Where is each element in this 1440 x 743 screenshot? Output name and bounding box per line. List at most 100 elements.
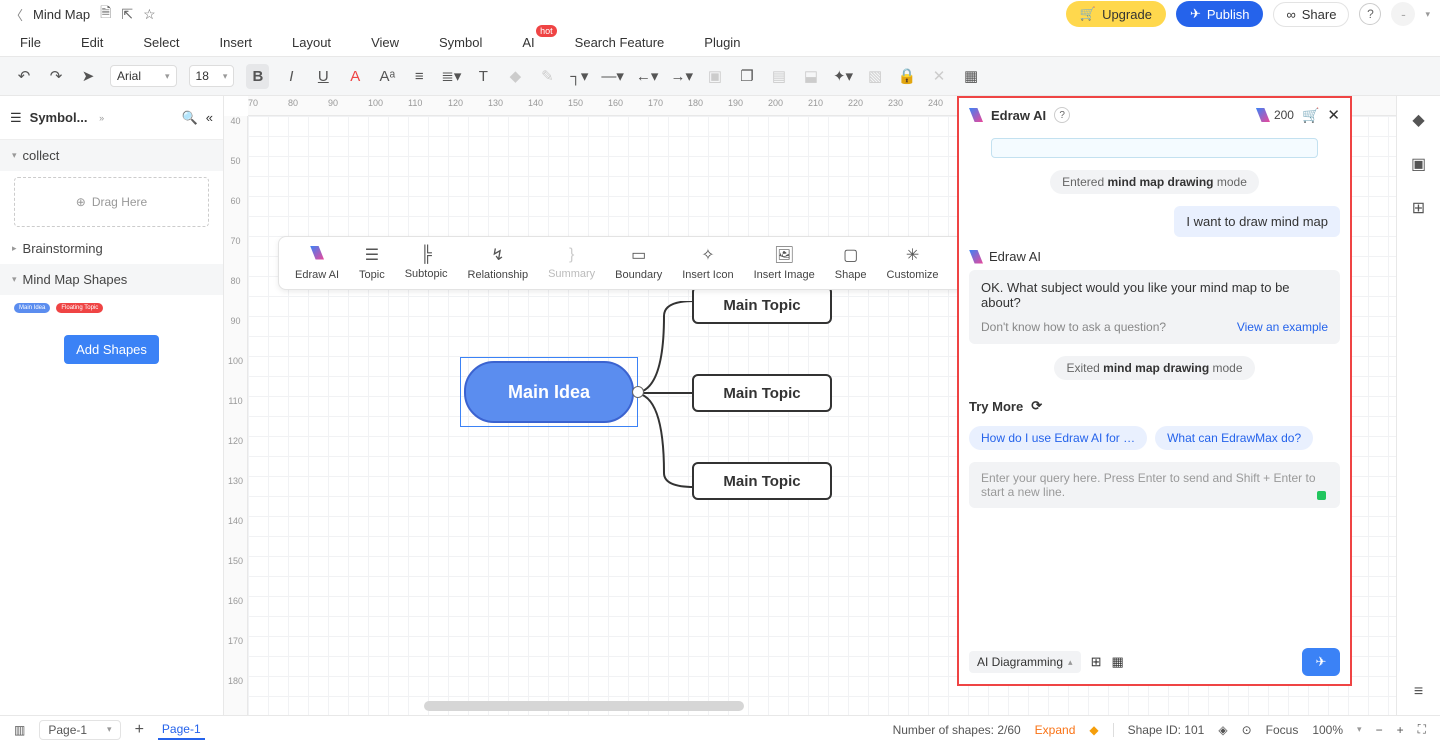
upgrade-button[interactable]: 🛒Upgrade bbox=[1066, 1, 1166, 27]
node-topic-1[interactable]: Main Topic bbox=[692, 286, 832, 324]
ai-suggestion-1[interactable]: How do I use Edraw AI for … bbox=[969, 426, 1147, 450]
menu-edit[interactable]: Edit bbox=[81, 35, 103, 50]
page-select[interactable]: Page-1▾ bbox=[39, 720, 120, 740]
menu-insert[interactable]: Insert bbox=[220, 35, 253, 50]
horizontal-scrollbar[interactable] bbox=[424, 701, 744, 711]
arrow-end-button[interactable]: →▾ bbox=[670, 67, 693, 85]
attach-icon[interactable]: ⊞ bbox=[1091, 654, 1102, 670]
redo-icon[interactable]: ↷ bbox=[46, 67, 66, 85]
menu-view[interactable]: View bbox=[371, 35, 399, 50]
undo-icon[interactable]: ↶ bbox=[14, 67, 34, 85]
help-icon[interactable]: ? bbox=[1359, 3, 1381, 25]
layers-icon[interactable]: ◈ bbox=[1218, 723, 1227, 737]
menu-symbol[interactable]: Symbol bbox=[439, 35, 482, 50]
font-color-button[interactable]: A bbox=[345, 68, 365, 85]
align-shapes-button[interactable]: ▤ bbox=[769, 67, 789, 85]
node-topic-3[interactable]: Main Topic bbox=[692, 462, 832, 500]
flt-relationship[interactable]: ↯Relationship bbox=[458, 243, 539, 283]
export-icon[interactable]: ⇱ bbox=[121, 6, 133, 23]
template-icon[interactable]: ▦ bbox=[1111, 654, 1123, 670]
sidebar-section-mindmap[interactable]: ▾Mind Map Shapes bbox=[0, 264, 223, 295]
menu-select[interactable]: Select bbox=[143, 35, 179, 50]
bold-button[interactable]: B bbox=[246, 64, 269, 89]
ai-suggestion-2[interactable]: What can EdrawMax do? bbox=[1155, 426, 1313, 450]
ai-input[interactable]: Enter your query here. Press Enter to se… bbox=[969, 462, 1340, 508]
chevron-double-icon[interactable]: » bbox=[99, 113, 104, 123]
text-button[interactable]: T bbox=[473, 68, 493, 85]
group-button[interactable]: ▣ bbox=[705, 67, 725, 85]
star-icon[interactable]: ☆ bbox=[143, 6, 156, 23]
line-style-button[interactable]: —▾ bbox=[601, 67, 624, 85]
menu-plugin[interactable]: Plugin bbox=[704, 35, 740, 50]
zoom-chevron[interactable]: ▾ bbox=[1357, 724, 1362, 735]
back-icon[interactable]: 〈 bbox=[10, 5, 23, 24]
focus-icon[interactable]: ⊙ bbox=[1242, 723, 1252, 737]
menu-search-feature[interactable]: Search Feature bbox=[575, 35, 665, 50]
sidebar-section-collect[interactable]: ▾collect bbox=[0, 140, 223, 171]
flt-boundary[interactable]: ▭Boundary bbox=[605, 243, 672, 283]
zoom-in-icon[interactable]: + bbox=[1397, 723, 1404, 737]
tools-icon[interactable]: ✕ bbox=[929, 67, 949, 85]
line-spacing-button[interactable]: ≣▾ bbox=[441, 67, 461, 85]
share-button[interactable]: ∞Share bbox=[1273, 2, 1349, 27]
underline-button[interactable]: U bbox=[313, 68, 333, 85]
shape-main-idea[interactable]: Main Idea bbox=[14, 303, 50, 313]
avatar[interactable]: - bbox=[1391, 2, 1415, 26]
fill-tool-icon[interactable]: ◆ bbox=[1412, 110, 1424, 130]
send-button[interactable]: ✈ bbox=[1302, 648, 1340, 676]
pages-icon[interactable]: ▥ bbox=[14, 723, 25, 737]
pointer-icon[interactable]: ➤ bbox=[78, 67, 98, 85]
lock-icon[interactable]: 🔒 bbox=[897, 67, 917, 85]
flt-shape[interactable]: ▢Shape bbox=[825, 243, 877, 283]
ai-mode-select[interactable]: AI Diagramming▴ bbox=[969, 651, 1081, 673]
fullscreen-icon[interactable]: ⛶ bbox=[1418, 722, 1426, 737]
fill-button[interactable]: ◆ bbox=[505, 67, 525, 85]
focus-label[interactable]: Focus bbox=[1266, 723, 1299, 737]
expand-link[interactable]: Expand bbox=[1035, 723, 1076, 737]
grid-tool-icon[interactable]: ⊞ bbox=[1412, 198, 1425, 218]
add-page-button[interactable]: + bbox=[135, 721, 144, 739]
search-icon[interactable]: 🔍 bbox=[182, 110, 198, 126]
drag-zone[interactable]: ⊕Drag Here bbox=[14, 177, 209, 227]
italic-button[interactable]: I bbox=[281, 68, 301, 85]
pen-button[interactable]: ✎ bbox=[537, 67, 557, 85]
properties-icon[interactable]: ▦ bbox=[961, 67, 981, 85]
align-left-button[interactable]: ≡ bbox=[409, 68, 429, 85]
save-icon[interactable]: 🗎 bbox=[100, 2, 111, 26]
node-main-idea[interactable]: Main Idea bbox=[464, 361, 634, 423]
flt-edraw-ai[interactable]: Edraw AI bbox=[285, 244, 349, 283]
node-topic-2[interactable]: Main Topic bbox=[692, 374, 832, 412]
close-icon[interactable]: ✕ bbox=[1327, 106, 1340, 124]
crop-button[interactable]: ▧ bbox=[865, 67, 885, 85]
ai-help-icon[interactable]: ? bbox=[1054, 107, 1070, 123]
zoom-out-icon[interactable]: − bbox=[1376, 723, 1383, 737]
menu-file[interactable]: File bbox=[20, 35, 41, 50]
add-shapes-button[interactable]: Add Shapes bbox=[64, 335, 159, 364]
menu-ai[interactable]: AIhot bbox=[522, 35, 534, 50]
effects-button[interactable]: ✦▾ bbox=[833, 67, 853, 85]
page-tab[interactable]: Page-1 bbox=[158, 720, 205, 740]
flt-topic[interactable]: ☰Topic bbox=[349, 243, 395, 283]
menu-layout[interactable]: Layout bbox=[292, 35, 331, 50]
distribute-button[interactable]: ⬓ bbox=[801, 67, 821, 85]
font-select[interactable]: Arial▾ bbox=[110, 65, 177, 87]
refresh-icon[interactable]: ⟳ bbox=[1031, 398, 1042, 414]
flt-insert-icon[interactable]: ✧Insert Icon bbox=[672, 243, 743, 283]
flt-subtopic[interactable]: ╠Subtopic bbox=[395, 244, 458, 282]
arrow-start-button[interactable]: ←▾ bbox=[636, 67, 659, 85]
case-button[interactable]: Aᵃ bbox=[377, 68, 397, 85]
style-tool-icon[interactable]: ▣ bbox=[1411, 154, 1426, 174]
settings-tool-icon[interactable]: ≡ bbox=[1414, 683, 1423, 701]
node-handle[interactable] bbox=[632, 386, 644, 398]
flt-customize[interactable]: ✳Customize bbox=[877, 243, 949, 283]
library-icon[interactable]: ☰ bbox=[10, 110, 22, 126]
sidebar-section-brainstorming[interactable]: ▸Brainstorming bbox=[0, 233, 223, 264]
font-size-select[interactable]: 18▾ bbox=[189, 65, 235, 87]
canvas[interactable]: 7080901001101201301401501601701801902002… bbox=[224, 96, 1396, 715]
shape-floating-topic[interactable]: Floating Topic bbox=[56, 303, 103, 313]
avatar-menu-chevron[interactable]: ▾ bbox=[1425, 9, 1430, 20]
view-example-link[interactable]: View an example bbox=[1237, 320, 1328, 334]
copy-button[interactable]: ❐ bbox=[737, 67, 757, 85]
flt-insert-image[interactable]: 🖼Insert Image bbox=[744, 243, 825, 283]
connector-style-button[interactable]: ┐▾ bbox=[569, 67, 589, 85]
